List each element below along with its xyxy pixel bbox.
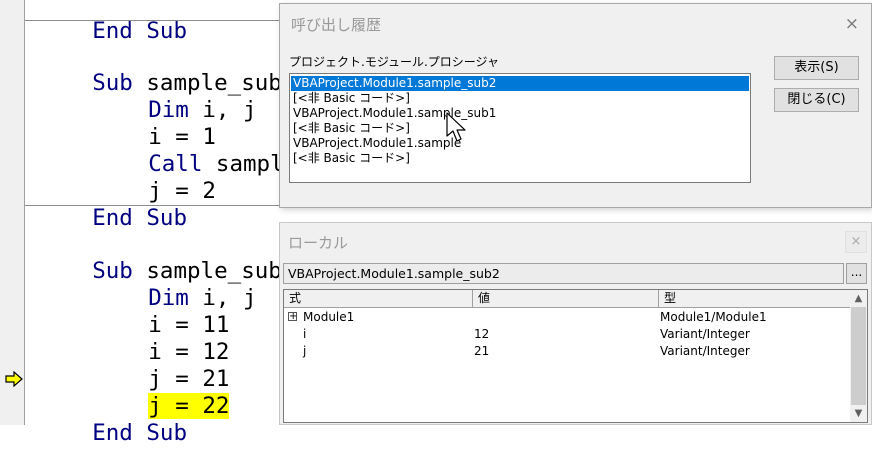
keyword: End Sub: [92, 420, 188, 446]
locals-window[interactable]: ローカル × VBAProject.Module1.sample_sub2 ..…: [279, 222, 872, 425]
call-stack-item[interactable]: VBAProject.Module1.sample_sub2: [291, 76, 749, 91]
close-icon[interactable]: ×: [845, 14, 859, 34]
code-line-3[interactable]: Dim i, j: [94, 70, 256, 123]
dialog-title: 呼び出し履歴: [291, 16, 382, 34]
code-line-9[interactable]: Dim i, j: [94, 258, 256, 311]
column-header-value[interactable]: 値: [473, 290, 659, 307]
type-cell: Variant/Integer: [660, 327, 750, 341]
expression-cell: j: [303, 344, 307, 358]
type-cell: Variant/Integer: [660, 344, 750, 358]
expression-cell: i: [303, 327, 307, 341]
code-line-1[interactable]: End Sub: [38, 0, 187, 44]
margin-indicator-bar[interactable]: [0, 0, 25, 425]
call-stack-dialog[interactable]: 呼び出し履歴 × プロジェクト.モジュール.プロシージャ VBAProject.…: [279, 3, 872, 208]
expand-plus-icon[interactable]: +: [288, 312, 297, 322]
current-line-arrow-icon: [5, 371, 23, 387]
code-line-4[interactable]: i = 1: [94, 97, 216, 150]
column-header-type[interactable]: 型: [659, 290, 850, 307]
call-stack-list-label: プロジェクト.モジュール.プロシージャ: [289, 55, 499, 69]
procedure-context-field: VBAProject.Module1.sample_sub2: [283, 263, 844, 284]
keyword: End Sub: [92, 18, 188, 44]
vertical-scrollbar[interactable]: ▲ ▼: [850, 290, 867, 422]
locals-grid[interactable]: 式 値 型 + Module1 Module1/Module1 i 12 Var…: [283, 289, 868, 423]
scroll-down-icon[interactable]: ▼: [850, 405, 867, 422]
code-line-10[interactable]: i = 11: [94, 285, 229, 338]
close-icon[interactable]: ×: [845, 231, 867, 253]
keyword: End Sub: [92, 205, 188, 231]
expression-cell: Module1: [303, 310, 355, 324]
table-row[interactable]: j 21 Variant/Integer: [284, 343, 850, 360]
code-line-11[interactable]: i = 12: [94, 312, 229, 365]
table-row[interactable]: i 12 Variant/Integer: [284, 326, 850, 343]
type-cell: Module1/Module1: [660, 310, 767, 324]
table-row[interactable]: + Module1 Module1/Module1: [284, 309, 850, 326]
mouse-cursor-icon: [446, 112, 466, 142]
grid-header: 式 値 型: [284, 290, 850, 308]
value-cell[interactable]: 21: [474, 343, 489, 360]
close-button[interactable]: 閉じる(C): [774, 88, 859, 112]
call-stack-item[interactable]: [<非 Basic コード>]: [291, 91, 749, 106]
current-execution-line[interactable]: j = 22: [94, 366, 230, 419]
call-stack-ellipsis-button[interactable]: ...: [846, 263, 867, 284]
code-line-7[interactable]: End Sub: [38, 178, 187, 231]
scrollbar-thumb[interactable]: [851, 307, 866, 405]
call-stack-list[interactable]: VBAProject.Module1.sample_sub2 [<非 Basic…: [289, 73, 751, 183]
call-stack-item[interactable]: [<非 Basic コード>]: [291, 121, 749, 136]
code-line-12[interactable]: j = 21: [94, 339, 229, 392]
code-line-6[interactable]: j = 2: [94, 151, 216, 204]
column-header-expression[interactable]: 式: [284, 290, 473, 307]
call-stack-item[interactable]: VBAProject.Module1.sample: [291, 136, 749, 151]
code-line-14[interactable]: End Sub: [38, 393, 187, 446]
scroll-up-icon[interactable]: ▲: [850, 290, 867, 307]
call-stack-item[interactable]: VBAProject.Module1.sample_sub1: [291, 106, 749, 121]
value-cell[interactable]: 12: [474, 326, 489, 343]
show-button[interactable]: 表示(S): [774, 56, 859, 80]
locals-title: ローカル: [288, 234, 349, 252]
call-stack-item[interactable]: [<非 Basic コード>]: [291, 151, 749, 166]
